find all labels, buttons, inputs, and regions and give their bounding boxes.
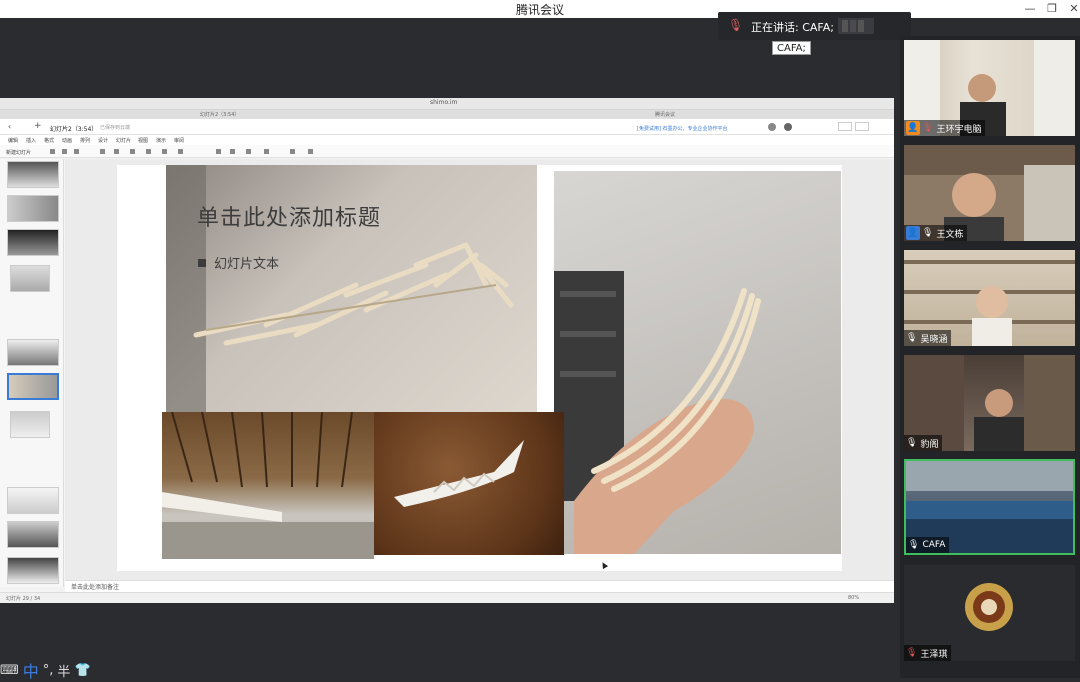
- participant-namebar: 👤 🎙 王环宇电脑: [904, 120, 986, 136]
- participant-namebar: 🎙 吴晓涵: [904, 330, 952, 346]
- slide-thumbnail[interactable]: [7, 195, 59, 222]
- slide-thumbnail[interactable]: [7, 521, 59, 548]
- menu-item[interactable]: 排列: [80, 137, 90, 144]
- menu-item[interactable]: 演示: [156, 137, 166, 144]
- host-icon: 👤: [906, 121, 920, 135]
- toolbar: 新建幻灯片: [0, 145, 894, 158]
- participant-namebar: 🎙 豹阁: [904, 435, 943, 451]
- participant-tile[interactable]: 🎙 吴晓涵: [904, 250, 1075, 346]
- zoom-level[interactable]: 80%: [848, 595, 859, 601]
- ime-punctuation[interactable]: °,: [43, 663, 54, 678]
- save-status: 已保存到云端: [100, 125, 131, 131]
- share-button[interactable]: [838, 122, 852, 131]
- browser-bar: shimo.im: [0, 98, 894, 110]
- mic-icon: 🎙: [906, 438, 918, 448]
- slide-thumbnails: [0, 159, 64, 587]
- bullet-text: 幻灯片文本: [214, 257, 280, 272]
- restore-icon[interactable]: ❐: [1040, 1, 1064, 17]
- participant-tile-active[interactable]: 🎙 CAFA: [904, 459, 1075, 555]
- slide-thumbnail[interactable]: [7, 487, 59, 514]
- participant-tile[interactable]: 👤 🎙 王环宇电脑: [904, 40, 1075, 136]
- back-icon[interactable]: ‹: [8, 122, 11, 131]
- minimize-icon[interactable]: —: [1018, 1, 1042, 17]
- slide-bullet[interactable]: 幻灯片文本: [198, 253, 279, 272]
- participant-name: 王泽琪: [920, 649, 948, 660]
- participant-name: CAFA: [922, 540, 946, 550]
- speaker-tooltip: CAFA;: [772, 41, 811, 55]
- window-titlebar: 腾讯会议 — ❐ ✕: [0, 0, 1080, 18]
- promo-link[interactable]: [免费试用] 石墨办公，专业企业协作平台: [637, 125, 728, 132]
- speaking-indicator: 🎙 正在讲话: CAFA;: [718, 12, 911, 40]
- participant-tile[interactable]: 👤 🎙 王文栋: [904, 145, 1075, 241]
- slide-thumbnail[interactable]: [7, 161, 59, 188]
- menu-item[interactable]: 视图: [138, 137, 148, 144]
- slide-title[interactable]: 单击此处添加标题: [197, 200, 381, 232]
- menu-item[interactable]: 审阅: [174, 137, 184, 144]
- slide-thumbnail[interactable]: [10, 265, 50, 292]
- avatar[interactable]: [784, 123, 792, 131]
- slide-thumbnail[interactable]: [7, 339, 59, 366]
- notes-placeholder: 单击此处添加备注: [71, 584, 120, 591]
- toolbar-icons[interactable]: [50, 148, 320, 155]
- mic-icon: 🎙: [908, 540, 920, 550]
- slide-count: 幻灯片 29 / 34: [6, 596, 41, 602]
- avatar[interactable]: [768, 123, 776, 131]
- speaking-label: 正在讲话: CAFA;: [751, 21, 834, 34]
- cohost-icon: 👤: [906, 226, 920, 240]
- participant-namebar: 🎙 CAFA: [906, 537, 950, 553]
- participant-name: 吴晓涵: [920, 334, 948, 345]
- mic-icon: 🎙: [906, 333, 918, 343]
- tab-meeting[interactable]: 腾讯会议: [655, 111, 675, 118]
- menu-item[interactable]: 动画: [62, 137, 72, 144]
- paper-model-graphic: [394, 440, 524, 507]
- menu-item[interactable]: 设计: [98, 137, 108, 144]
- add-icon[interactable]: +: [34, 121, 42, 131]
- participant-name: 王文栋: [936, 229, 964, 240]
- ime-toolbar[interactable]: ⌨ 中 °, 半 👕: [0, 661, 95, 681]
- participant-namebar: 🎙 王泽琪: [904, 645, 952, 661]
- slide-thumbnail-selected[interactable]: [7, 373, 59, 400]
- participant-namebar: 👤 🎙 王文栋: [904, 225, 968, 241]
- present-button[interactable]: [855, 122, 869, 131]
- menu-bar: 编辑 插入 格式 动画 排列 设计 幻灯片 视图 演示 审阅: [0, 135, 894, 145]
- blurred-avatar: [838, 18, 874, 34]
- status-bar: 幻灯片 29 / 34 80%: [0, 592, 894, 603]
- photo-building-interior: [162, 412, 374, 559]
- participant-tile[interactable]: 🎙 王泽琪: [904, 565, 1075, 661]
- photo-paper-model: [374, 412, 564, 555]
- menu-item[interactable]: 幻灯片: [116, 137, 131, 144]
- slide-thumbnail[interactable]: [10, 411, 50, 438]
- participant-name: 豹阁: [920, 439, 939, 450]
- slide-thumbnail[interactable]: [7, 229, 59, 256]
- menu-item[interactable]: 格式: [44, 137, 54, 144]
- ime-width[interactable]: 半: [57, 661, 70, 680]
- participant-tile[interactable]: 🎙 豹阁: [904, 355, 1075, 451]
- hand-model-graphic: [554, 271, 761, 554]
- interior-graphic: [162, 412, 374, 559]
- participant-name: 王环宇电脑: [936, 124, 982, 135]
- keyboard-icon[interactable]: ⌨: [0, 663, 19, 678]
- photo-hand-model: [554, 171, 841, 554]
- tab-slides[interactable]: 幻灯片2（3:54）: [200, 111, 239, 118]
- app-header: ‹ + 幻灯片2（3:54） 已保存到云端 [免费试用] 石墨办公，专业企业协作…: [0, 119, 894, 135]
- shirt-icon[interactable]: 👕: [74, 663, 90, 678]
- new-slide-button[interactable]: 新建幻灯片: [6, 149, 31, 156]
- mic-muted-icon: 🎙: [906, 648, 918, 658]
- window-title: 腾讯会议: [515, 3, 564, 17]
- menu-item[interactable]: 编辑: [8, 137, 18, 144]
- mic-icon: 🎙: [922, 228, 934, 238]
- notes-pane[interactable]: 单击此处添加备注: [65, 580, 894, 592]
- ime-language[interactable]: 中: [23, 658, 39, 682]
- mic-icon: 🎙: [728, 18, 744, 32]
- close-icon[interactable]: ✕: [1062, 1, 1080, 17]
- menu-item[interactable]: 插入: [26, 137, 36, 144]
- browser-tabs: 幻灯片2（3:54） 腾讯会议: [0, 110, 894, 119]
- bullet-icon: [198, 259, 206, 267]
- doc-title[interactable]: 幻灯片2（3:54）: [50, 124, 97, 133]
- browser-url[interactable]: shimo.im: [430, 99, 457, 106]
- mic-muted-icon: 🎙: [922, 123, 934, 133]
- slide-thumbnail[interactable]: [7, 557, 59, 584]
